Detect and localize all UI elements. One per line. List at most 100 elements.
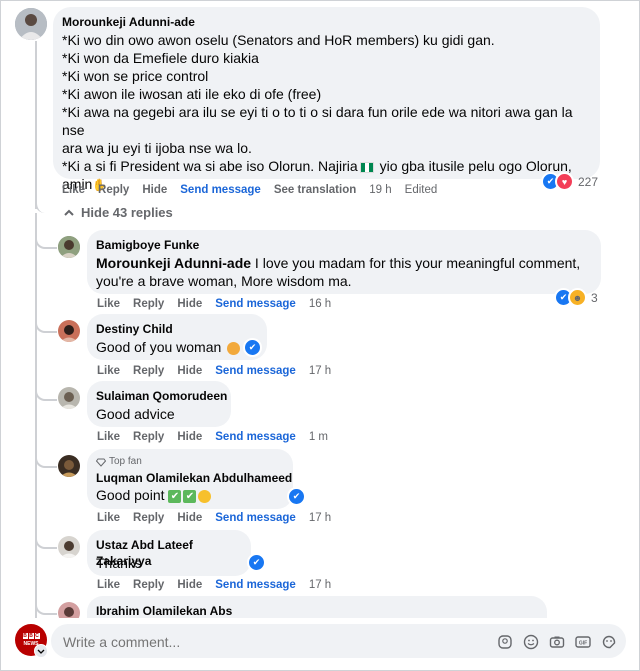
comment-line: ara wa ju eyi ti ijoba nse wa lo. — [62, 140, 252, 156]
reply-author[interactable]: Sulaiman Qomorudeen — [96, 388, 227, 404]
send-message-button[interactable]: Send message — [215, 579, 296, 591]
send-message-button[interactable]: Send message — [215, 365, 296, 377]
reply-connector — [35, 381, 57, 401]
like-reaction-icon[interactable]: ✔ — [247, 553, 266, 572]
thread-line — [35, 41, 37, 209]
hide-replies-label: Hide 43 replies — [81, 205, 173, 220]
thread-line-replies — [35, 213, 37, 623]
like-button[interactable]: Like — [97, 298, 120, 310]
reply-text: Thanks — [96, 555, 142, 571]
reply-bubble: Destiny Child Good of you woman ✔ — [87, 314, 267, 360]
reply-actions: Like Reply Hide Send message 17 h — [97, 579, 344, 591]
like-button[interactable]: Like — [97, 365, 120, 377]
care-reaction-icon: ☻ — [568, 288, 587, 307]
comment-input-box[interactable]: GIF — [51, 624, 626, 660]
hide-button[interactable]: Hide — [142, 184, 167, 196]
reply-actions: Like Reply Hide Send message 1 m — [97, 431, 341, 443]
hide-button[interactable]: Hide — [177, 431, 202, 443]
reply-author[interactable]: Ibrahim Olamilekan Abs — [96, 603, 232, 619]
kiss-emoji-icon — [198, 489, 212, 503]
reply-text-body: Good of you woman — [96, 339, 222, 355]
love-reaction-icon: ♥ — [555, 172, 574, 191]
comment-composer: BBC NEWS GIF — [1, 618, 639, 670]
reply-reactions[interactable]: ✔ ☻ 3 — [554, 288, 598, 307]
like-button[interactable]: Like — [62, 184, 85, 196]
reply-bubble: Bamigboye Funke Morounkeji Adunni-ade I … — [87, 230, 601, 294]
camera-icon[interactable] — [549, 634, 565, 650]
like-button[interactable]: Like — [97, 512, 120, 524]
hide-button[interactable]: Hide — [177, 298, 202, 310]
timestamp[interactable]: 17 h — [309, 512, 331, 524]
avatar-sticker-icon[interactable] — [497, 634, 513, 650]
emoji-icon[interactable] — [523, 634, 539, 650]
nigeria-flag-icon — [359, 161, 374, 173]
send-message-button[interactable]: Send message — [215, 298, 296, 310]
timestamp[interactable]: 19 h — [369, 184, 391, 196]
mention-link[interactable]: Morounkeji Adunni-ade — [96, 255, 251, 271]
send-message-button[interactable]: Send message — [215, 431, 296, 443]
reply-button[interactable]: Reply — [133, 431, 164, 443]
avatar-dropdown-icon[interactable] — [34, 644, 48, 658]
reply-connector — [35, 229, 57, 249]
reply-text: Morounkeji Adunni-ade I love you madam f… — [96, 254, 591, 290]
reply-text-body: Good point — [96, 487, 165, 503]
reply-connector — [35, 529, 57, 549]
comment-reactions[interactable]: ✔ ♥ 227 — [541, 172, 598, 191]
reply-author[interactable]: Destiny Child — [96, 321, 173, 337]
timestamp[interactable]: 17 h — [309, 365, 331, 377]
avatar[interactable] — [58, 536, 80, 558]
send-message-button[interactable]: Send message — [215, 512, 296, 524]
diamond-icon — [96, 458, 106, 467]
see-translation-button[interactable]: See translation — [274, 184, 356, 196]
reply-button[interactable]: Reply — [133, 365, 164, 377]
comment-author[interactable]: Morounkeji Adunni-ade — [62, 14, 195, 30]
like-reaction-icon: ✔ — [243, 338, 262, 357]
check-mark-icon: ✔ — [168, 489, 182, 503]
reply-button[interactable]: Reply — [98, 184, 129, 196]
reply-button[interactable]: Reply — [133, 579, 164, 591]
comment-bubble: Morounkeji Adunni-ade *Ki wo din owo awo… — [53, 7, 600, 192]
avatar[interactable] — [58, 455, 80, 477]
reaction-count: 227 — [578, 174, 599, 189]
reply-author[interactable]: Bamigboye Funke — [96, 237, 199, 253]
hide-button[interactable]: Hide — [177, 512, 202, 524]
edited-label: Edited — [404, 184, 438, 196]
comment-input[interactable] — [61, 624, 485, 660]
avatar[interactable] — [58, 387, 80, 409]
reply-connector — [35, 313, 57, 333]
avatar[interactable] — [58, 236, 80, 258]
gif-icon[interactable]: GIF — [575, 634, 591, 650]
like-button[interactable]: Like — [97, 579, 120, 591]
reply-author[interactable]: Luqman Olamilekan Abdulhameed — [96, 470, 292, 486]
thread-curve — [35, 191, 59, 213]
comment-actions: Like Reply Hide Send message See transla… — [62, 184, 450, 196]
comment-line: *Ki awa na gegebi ara ilu se eyi ti o to… — [62, 104, 573, 138]
timestamp[interactable]: 16 h — [309, 298, 331, 310]
sticker-icon[interactable] — [601, 634, 617, 650]
comment-thread: Morounkeji Adunni-ade *Ki wo din owo awo… — [0, 0, 640, 671]
hide-button[interactable]: Hide — [177, 579, 202, 591]
timestamp[interactable]: 17 h — [309, 579, 331, 591]
reply-button[interactable]: Reply — [133, 512, 164, 524]
timestamp[interactable]: 1 m — [309, 431, 328, 443]
hide-replies-button[interactable]: Hide 43 replies — [63, 205, 173, 220]
comment-line: *Ki a si fi President wa si abe iso Olor… — [62, 157, 597, 175]
reply-actions: Like Reply Hide Send message 17 h — [97, 512, 344, 524]
like-reaction-icon[interactable]: ✔ — [287, 487, 306, 506]
reply-bubble: Sulaiman Qomorudeen Good advice — [87, 381, 231, 427]
top-fan-badge: Top fan — [96, 455, 142, 468]
comment-line: *Ki a si fi President wa si abe iso Olor… — [62, 158, 358, 174]
svg-text:GIF: GIF — [579, 641, 587, 647]
reply-bubble: Ustaz Abd Lateef Zakariyya Thanks — [87, 530, 251, 576]
avatar[interactable] — [15, 8, 47, 40]
avatar[interactable] — [58, 320, 80, 342]
reply-button[interactable]: Reply — [133, 298, 164, 310]
check-mark-icon: ✔ — [183, 489, 197, 503]
reply-bubble: Top fan Luqman Olamilekan Abdulhameed Go… — [87, 449, 293, 509]
send-message-button[interactable]: Send message — [180, 184, 261, 196]
like-button[interactable]: Like — [97, 431, 120, 443]
reaction-count: 3 — [591, 290, 598, 305]
reply-text: Good advice — [96, 406, 175, 422]
top-fan-label: Top fan — [109, 456, 142, 467]
hide-button[interactable]: Hide — [177, 365, 202, 377]
